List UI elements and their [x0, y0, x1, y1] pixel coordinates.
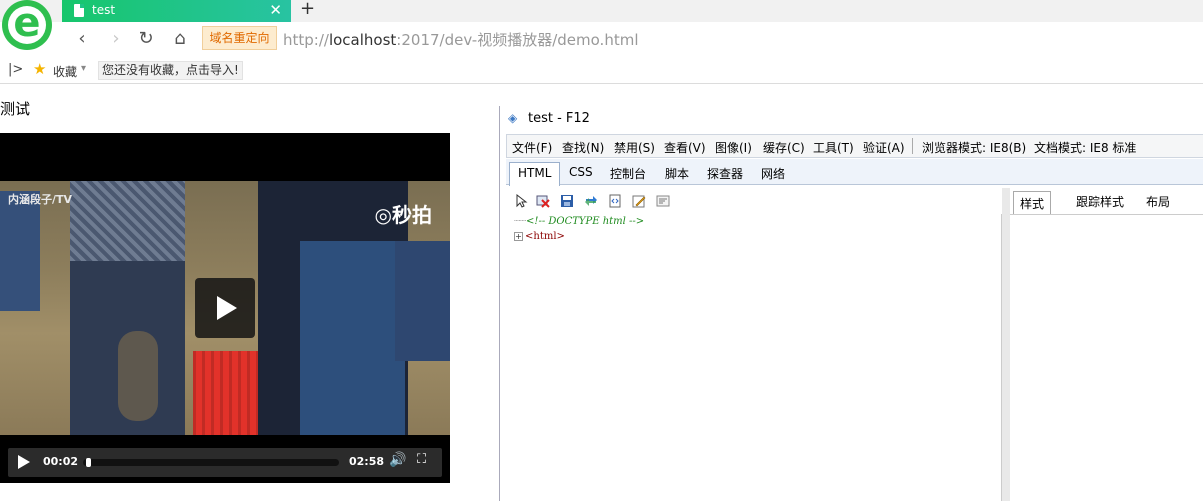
menu-validate[interactable]: 验证(A) [863, 139, 905, 156]
url-scheme: http:// [283, 31, 329, 49]
html-toolbar [506, 188, 1002, 214]
watermark-left: 内涵段子/TV [8, 193, 73, 206]
url-path: :2017/dev-视频播放器/demo.html [396, 31, 639, 49]
tab-styles[interactable]: 样式 [1013, 191, 1052, 214]
current-time: 00:02 [43, 455, 79, 468]
star-icon[interactable]: ★ [33, 60, 46, 78]
video-figure [395, 241, 450, 361]
big-play-button[interactable] [195, 278, 255, 338]
menu-tools[interactable]: 工具(T) [813, 139, 854, 156]
html-node: <html> [525, 231, 565, 242]
url-host: localhost [328, 31, 397, 49]
select-element-icon[interactable] [514, 193, 528, 208]
word-wrap-icon[interactable] [656, 194, 670, 208]
watermark-right: ◎秒拍 [374, 203, 432, 227]
devtools-title-bar: ◈ test - F12 [500, 106, 1203, 131]
import-bookmarks-link[interactable]: 您还没有收藏，点击导入! [98, 61, 243, 80]
style-pane: 样式 跟踪样式 布局 [1010, 188, 1203, 501]
bookmarks-bar: |> ★ 收藏 ▾ 您还没有收藏，点击导入! [0, 58, 1203, 84]
tab-console[interactable]: 控制台 [610, 165, 646, 182]
menu-images[interactable]: 图像(I) [715, 139, 752, 156]
volume-icon[interactable]: 🔊 [389, 452, 406, 468]
video-figure-shirt [70, 181, 185, 261]
tab-title: test [92, 3, 116, 17]
page-heading-text: 测试 [0, 100, 31, 118]
progress-knob[interactable] [85, 458, 91, 467]
video-player[interactable]: 内涵段子/TV ◎秒拍 00:02 02:58 🔊 ⛶ [0, 133, 450, 483]
browser-tab-active[interactable]: test ✕ [62, 0, 291, 22]
sidebar-toggle-icon[interactable]: |> [8, 62, 23, 77]
dom-icon[interactable] [608, 194, 622, 208]
tree-row-doctype[interactable]: ┈┈<!-- DOCTYPE html --> [514, 216, 644, 227]
menu-disable[interactable]: 禁用(S) [614, 139, 655, 156]
play-icon[interactable] [18, 455, 30, 469]
devtools-window-title: test - F12 [528, 111, 590, 126]
tab-close-icon[interactable]: ✕ [269, 1, 282, 19]
menu-view[interactable]: 查看(V) [664, 139, 706, 156]
video-figure-jeans [300, 241, 405, 435]
back-icon[interactable]: ‹ [70, 27, 94, 51]
e-logo-icon: e [13, 0, 41, 46]
menu-separator [912, 138, 913, 154]
pane-splitter[interactable] [1002, 188, 1010, 501]
video-control-bar: 00:02 02:58 🔊 ⛶ [8, 448, 442, 477]
menu-find[interactable]: 查找(N) [562, 139, 604, 156]
bookmarks-label[interactable]: 收藏 [53, 63, 77, 80]
url-field[interactable]: http://localhost:2017/dev-视频播放器/demo.htm… [283, 29, 638, 50]
expand-icon[interactable]: + [514, 232, 523, 241]
tab-profiler[interactable]: 探查器 [707, 165, 743, 182]
devtools-window: ◈ test - F12 文件(F) 查找(N) 禁用(S) 查看(V) 图像(… [499, 106, 1203, 501]
pane-divider [1010, 214, 1203, 215]
new-tab-button[interactable]: + [300, 0, 315, 19]
progress-track[interactable] [83, 458, 339, 467]
save-icon[interactable] [560, 194, 574, 208]
fullscreen-icon[interactable]: ⛶ [417, 452, 426, 467]
document-icon [74, 4, 84, 17]
forward-icon[interactable]: › [104, 27, 128, 51]
browser-tab-strip: test ✕ + [0, 0, 1203, 22]
dom-tree: ┈┈<!-- DOCTYPE html --> + <html> [506, 214, 1002, 501]
doctype-comment: <!-- DOCTYPE html --> [526, 216, 645, 227]
edit-icon[interactable] [632, 194, 646, 208]
refresh-icon[interactable]: ↻ [134, 27, 158, 51]
home-icon[interactable]: ⌂ [168, 27, 192, 51]
refresh-dom-icon[interactable] [584, 194, 598, 208]
tab-trace-styles[interactable]: 跟踪样式 [1076, 193, 1124, 210]
address-bar-row: ‹ › ↻ ⌂ 域名重定向 http://localhost:2017/dev-… [0, 22, 1203, 58]
video-figure [0, 191, 40, 311]
devtools-app-icon: ◈ [508, 111, 518, 125]
clear-highlight-icon[interactable] [536, 194, 550, 208]
tab-network[interactable]: 网络 [761, 165, 785, 182]
menu-file[interactable]: 文件(F) [512, 139, 552, 156]
tree-row-html[interactable]: + <html> [514, 231, 565, 242]
tab-css[interactable]: CSS [569, 165, 593, 179]
browser-logo[interactable]: e [2, 0, 52, 50]
video-dog [118, 331, 158, 421]
devtools-tab-bar: HTML CSS 控制台 脚本 探查器 网络 [506, 159, 1203, 186]
tab-html[interactable]: HTML [509, 162, 561, 186]
document-mode-menu[interactable]: 文档模式: IE8 标准 [1034, 139, 1136, 156]
menu-cache[interactable]: 缓存(C) [763, 139, 805, 156]
tab-layout[interactable]: 布局 [1146, 193, 1170, 210]
tab-script[interactable]: 脚本 [665, 165, 689, 182]
devtools-menu-bar: 文件(F) 查找(N) 禁用(S) 查看(V) 图像(I) 缓存(C) 工具(T… [506, 134, 1203, 158]
duration-time: 02:58 [349, 455, 385, 468]
chevron-down-icon[interactable]: ▾ [81, 63, 86, 74]
browser-mode-menu[interactable]: 浏览器模式: IE8(B) [922, 139, 1026, 156]
url-redirect-tag[interactable]: 域名重定向 [202, 26, 277, 50]
